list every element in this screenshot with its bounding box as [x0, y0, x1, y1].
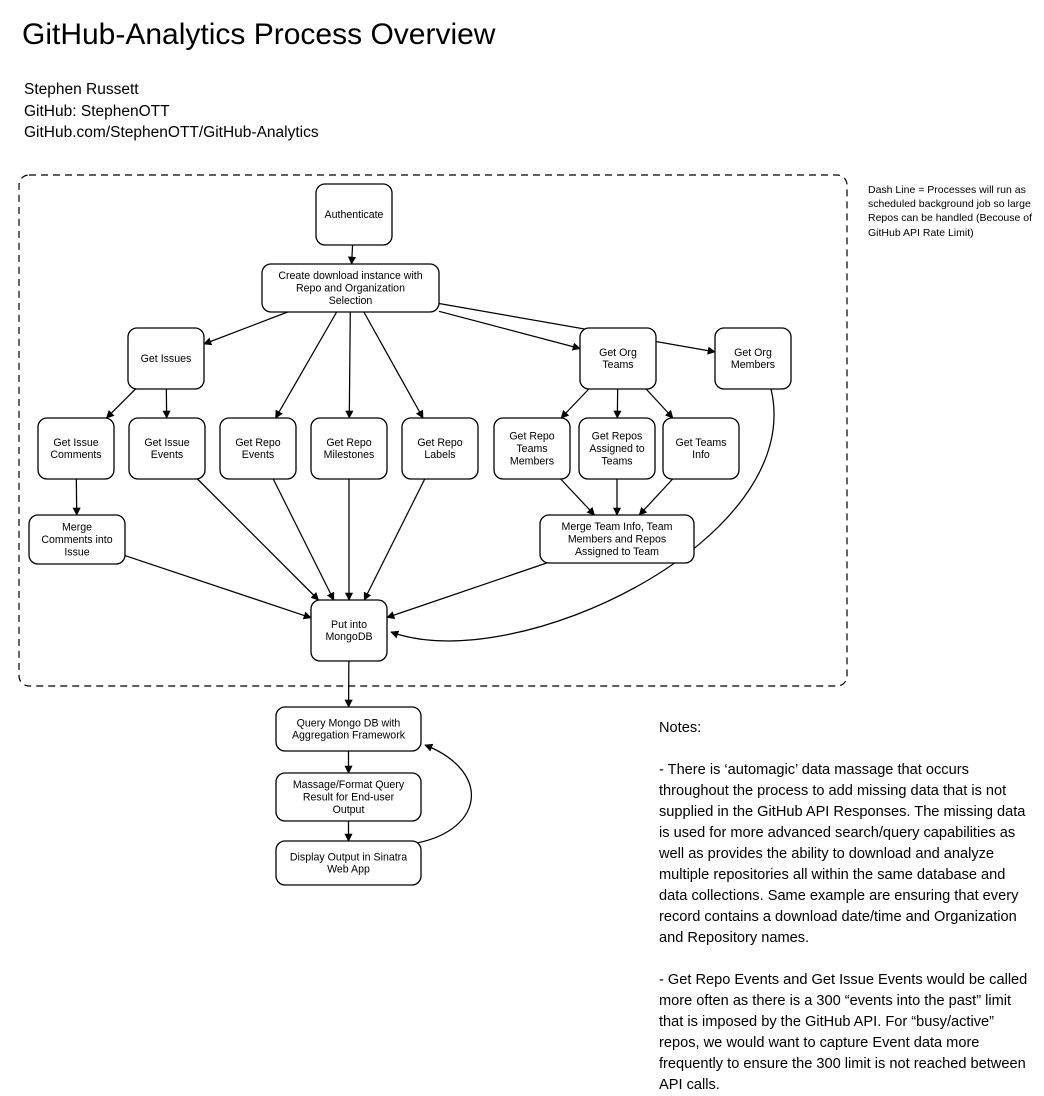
node-label-merge-comments: Merge [62, 522, 92, 534]
node-label-display-output: Web App [327, 864, 370, 876]
node-get-issue-events[interactable]: Get IssueEvents [129, 418, 205, 479]
node-label-get-org-teams: Get Org [599, 347, 637, 359]
edge-create-download-to-get-org-teams [439, 311, 580, 348]
node-label-get-repo-labels: Labels [424, 449, 455, 461]
edge-create-download-to-get-repo-labels [364, 312, 423, 418]
node-label-get-repo-teams-members: Teams [516, 443, 547, 455]
node-get-repo-teams-members[interactable]: Get RepoTeamsMembers [494, 418, 570, 479]
node-get-repo-events[interactable]: Get RepoEvents [220, 418, 296, 479]
node-label-get-issue-events: Events [151, 449, 183, 461]
process-flow-diagram: Authenticate Create download instance wit… [0, 0, 1044, 1075]
node-label-get-org-members: Members [731, 359, 775, 371]
node-label-authenticate: Authenticate [325, 209, 384, 221]
node-label-get-repo-teams-members: Get Repo [509, 431, 554, 443]
node-label-get-repos-assigned: Teams [601, 455, 632, 467]
node-label-get-issue-events: Get Issue [144, 437, 189, 449]
node-label-merge-team-info: Members and Repos [568, 533, 666, 545]
edge-get-org-teams-to-get-teams-info [646, 389, 673, 418]
node-display-output[interactable]: Display Output in SinatraWeb App [276, 841, 421, 885]
node-label-massage-format: Output [333, 804, 365, 816]
node-get-repo-labels[interactable]: Get RepoLabels [402, 418, 478, 479]
edge-merge-team-info-to-put-into-mongodb [387, 563, 547, 618]
node-label-get-repo-milestones: Milestones [324, 449, 375, 461]
node-get-org-teams[interactable]: Get OrgTeams [580, 328, 656, 389]
node-label-get-repos-assigned: Get Repos [592, 431, 643, 443]
node-get-org-members[interactable]: Get OrgMembers [715, 328, 791, 389]
node-label-merge-team-info: Merge Team Info, Team [562, 521, 673, 533]
node-label-create-download: Create download instance with [278, 270, 422, 282]
node-label-create-download: Repo and Organization [296, 282, 405, 294]
node-label-get-repo-teams-members: Members [510, 455, 554, 467]
node-label-get-issues: Get Issues [141, 353, 192, 365]
node-label-get-teams-info: Info [692, 449, 710, 461]
node-label-create-download: Selection [329, 295, 373, 307]
node-get-teams-info[interactable]: Get TeamsInfo [663, 418, 739, 479]
node-layer: Authenticate Create download instance wit… [29, 184, 791, 885]
node-label-get-repos-assigned: Assigned to [589, 443, 644, 455]
node-label-merge-comments: Issue [64, 546, 89, 558]
edge-get-issue-events-to-put-into-mongodb [198, 479, 319, 600]
node-get-issues[interactable]: Get Issues [128, 328, 204, 389]
edge-get-repo-teams-members-to-merge-team-info [561, 479, 595, 515]
node-label-query-mongo-db: Query Mongo DB with [297, 717, 401, 729]
node-get-repos-assigned[interactable]: Get ReposAssigned toTeams [579, 418, 655, 479]
edge-authenticate-to-create-download [352, 245, 353, 264]
edge-get-org-teams-to-get-repo-teams-members [561, 389, 589, 418]
edge-create-download-to-get-issues [204, 312, 288, 344]
node-label-get-issue-comments: Get Issue [53, 437, 98, 449]
node-massage-format[interactable]: Massage/Format QueryResult for End-userO… [276, 773, 421, 821]
node-label-massage-format: Result for End-user [303, 791, 395, 803]
node-label-display-output: Display Output in Sinatra [290, 851, 407, 863]
node-create-download[interactable]: Create download instance withRepo and Or… [262, 264, 439, 312]
node-label-put-into-mongodb: Put into [331, 619, 367, 631]
node-label-get-repo-labels: Get Repo [417, 437, 462, 449]
node-label-get-repo-events: Events [242, 449, 274, 461]
node-query-mongo-db[interactable]: Query Mongo DB withAggregation Framework [276, 707, 421, 751]
node-label-get-repo-milestones: Get Repo [326, 437, 371, 449]
node-label-query-mongo-db: Aggregation Framework [292, 730, 406, 742]
edge-create-download-to-get-org-members [439, 304, 715, 352]
node-label-get-org-teams: Teams [602, 359, 633, 371]
node-label-get-issue-comments: Comments [50, 449, 101, 461]
node-label-put-into-mongodb: MongoDB [325, 631, 372, 643]
node-put-into-mongodb[interactable]: Put intoMongoDB [311, 600, 387, 661]
node-label-get-teams-info: Get Teams [675, 437, 726, 449]
edge-get-repo-events-to-put-into-mongodb [273, 479, 334, 600]
node-get-issue-comments[interactable]: Get IssueComments [38, 418, 114, 479]
edge-display-output-to-query-mongo-db [417, 745, 471, 843]
edge-get-issues-to-get-issue-comments [107, 389, 136, 418]
node-get-repo-milestones[interactable]: Get RepoMilestones [311, 418, 387, 479]
node-label-get-repo-events: Get Repo [235, 437, 280, 449]
node-authenticate[interactable]: Authenticate [316, 184, 392, 245]
node-label-get-org-members: Get Org [734, 347, 772, 359]
node-label-massage-format: Massage/Format Query [293, 779, 405, 791]
node-label-merge-team-info: Assigned to Team [575, 546, 659, 558]
node-label-merge-comments: Comments into [41, 534, 112, 546]
edge-create-download-to-get-repo-events [276, 312, 337, 418]
node-merge-team-info[interactable]: Merge Team Info, TeamMembers and ReposAs… [540, 515, 694, 563]
edge-get-repo-labels-to-put-into-mongodb [364, 479, 425, 600]
edge-get-teams-info-to-merge-team-info [639, 479, 672, 515]
edge-create-download-to-get-repo-milestones [349, 312, 350, 418]
node-merge-comments[interactable]: MergeComments intoIssue [29, 515, 125, 564]
